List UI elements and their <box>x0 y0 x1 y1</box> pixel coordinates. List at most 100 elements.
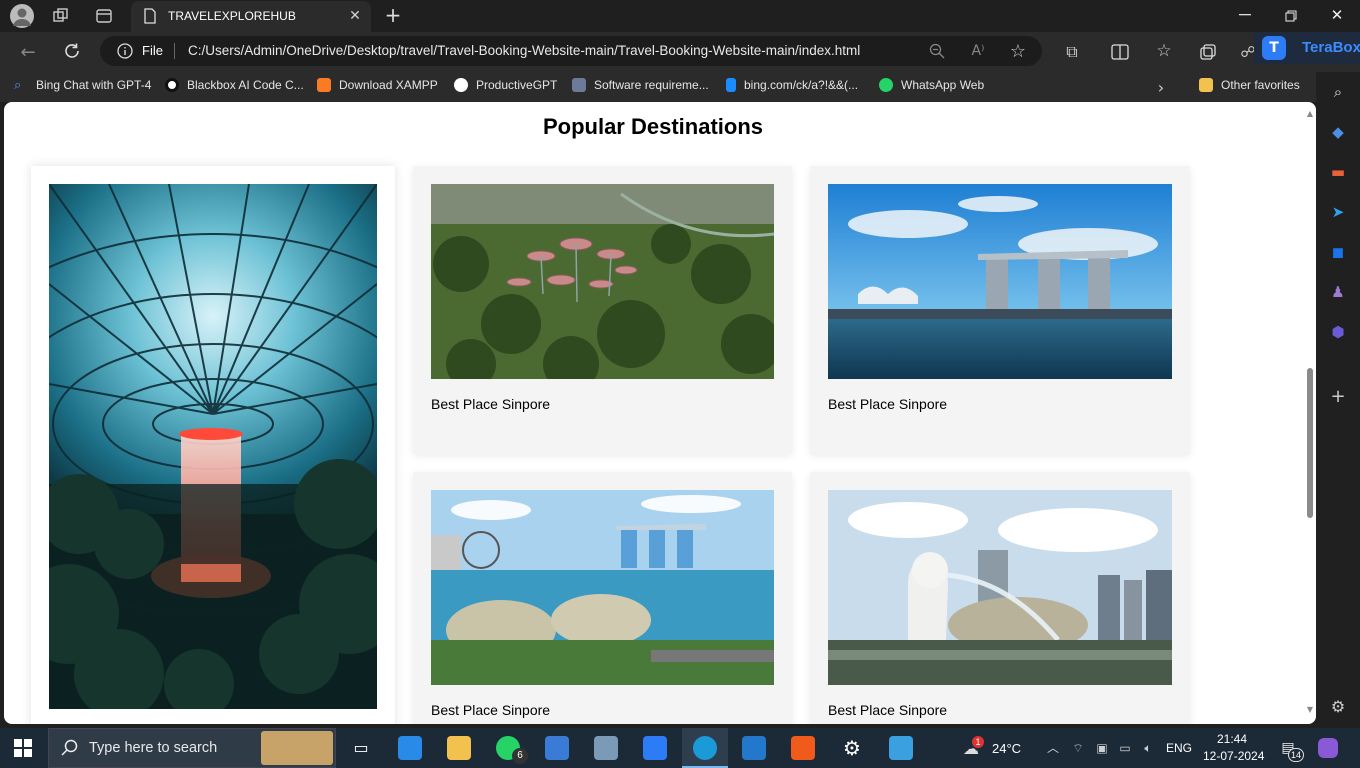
minimize-icon[interactable] <box>1236 6 1254 24</box>
battery-icon[interactable]: ▭ <box>1116 740 1134 756</box>
chevron-right-icon[interactable]: › <box>1152 78 1170 97</box>
back-icon[interactable]: ← <box>18 42 38 63</box>
send-icon[interactable]: ➤ <box>1328 202 1348 222</box>
windows-start-icon[interactable] <box>14 739 32 757</box>
extensions-icon[interactable]: ⧉ <box>1062 42 1082 62</box>
whatsapp-badge: 6 <box>512 748 528 764</box>
office-icon[interactable]: ⬢ <box>1328 322 1348 342</box>
split-screen-icon[interactable] <box>1110 42 1130 62</box>
card-caption: Best Place Sinpore <box>828 702 948 718</box>
shopping-tag-icon[interactable]: ◆ <box>1328 122 1348 142</box>
read-aloud-icon[interactable]: A⁾ <box>968 42 988 60</box>
address-scheme: File <box>142 43 163 58</box>
new-tab-icon[interactable]: + <box>383 3 403 27</box>
copilot-taskbar-icon[interactable] <box>1318 738 1338 758</box>
esplanade-skyline-image <box>431 490 774 685</box>
refresh-icon[interactable] <box>62 41 82 61</box>
destination-card[interactable]: Best Place Sinpore <box>413 166 792 454</box>
favorite-item[interactable]: Download XAMPP <box>317 78 438 92</box>
notification-count: 14 <box>1288 748 1304 762</box>
card-caption: Best Place Sinpore <box>431 396 551 412</box>
doc-icon <box>572 78 586 92</box>
network-icon[interactable]: ⌔ <box>1070 740 1086 756</box>
favorites-icon[interactable]: ☆ <box>1154 41 1174 61</box>
q-app-icon[interactable] <box>791 736 815 760</box>
other-favorites[interactable]: Other favorites <box>1199 78 1300 92</box>
favorite-item[interactable]: bing.com/ck/a?!&&(... <box>726 78 858 92</box>
store-icon[interactable] <box>545 736 569 760</box>
featured-card[interactable] <box>31 166 395 724</box>
terabox-logo-icon: T <box>1262 36 1286 60</box>
favorite-label: Software requireme... <box>594 78 709 92</box>
scroll-up-icon[interactable]: ▲ <box>1305 108 1315 118</box>
add-favorite-icon[interactable]: ☆ <box>1008 41 1028 62</box>
favorite-item[interactable]: Blackbox AI Code C... <box>165 78 304 92</box>
terabox-extension[interactable]: T TeraBox <box>1254 32 1360 64</box>
destination-card[interactable]: Best Place Sinpore <box>413 472 792 724</box>
restore-icon[interactable] <box>1282 7 1300 25</box>
page-title: Popular Destinations <box>542 114 764 139</box>
chevron-up-icon[interactable]: ︿ <box>1046 740 1060 755</box>
task-view-icon[interactable]: ▭ <box>349 736 373 760</box>
card-caption: Best Place Sinpore <box>828 396 948 412</box>
toolbox-icon[interactable]: ▬ <box>1328 162 1348 182</box>
page-scrollbar[interactable]: ▲ ▼ <box>1304 102 1316 724</box>
device-icon[interactable]: ▣ <box>1094 740 1110 756</box>
blackbox-icon <box>165 78 179 92</box>
terabox-taskbar-icon[interactable] <box>643 736 667 760</box>
address-url[interactable]: C:/Users/Admin/OneDrive/Desktop/travel/T… <box>188 43 860 58</box>
favorite-item[interactable]: ProductiveGPT <box>454 78 557 92</box>
file-explorer-icon[interactable] <box>447 736 471 760</box>
tab-title: TRAVELEXPLOREHUB <box>168 9 296 23</box>
page-icon <box>143 8 157 24</box>
jewel-waterfall-image <box>49 184 377 709</box>
tab-actions-icon[interactable] <box>95 7 113 25</box>
favorite-item[interactable]: WhatsApp Web <box>879 78 984 92</box>
taskbar-search[interactable]: Type here to search <box>48 728 336 768</box>
gardens-by-the-bay-image <box>431 184 774 379</box>
search-icon: ⌕ <box>14 77 22 92</box>
language-indicator[interactable]: ENG <box>1166 741 1192 755</box>
settings-icon[interactable]: ⚙ <box>1328 696 1348 716</box>
games-icon[interactable]: ♟ <box>1328 282 1348 302</box>
address-divider <box>174 43 175 59</box>
tab-travelexplorehub[interactable]: TRAVELEXPLOREHUB ✕ <box>131 1 371 32</box>
favorite-label: Download XAMPP <box>339 78 438 92</box>
favorite-item[interactable]: ⌕ Bing Chat with GPT-4 <box>14 77 152 93</box>
workspaces-icon[interactable] <box>52 7 70 25</box>
collections-icon[interactable] <box>1198 42 1218 62</box>
favorite-label: bing.com/ck/a?!&&(... <box>744 78 859 92</box>
edge-browser-icon[interactable] <box>693 736 717 760</box>
favorite-item[interactable]: Software requireme... <box>572 78 709 92</box>
triangle-icon <box>454 78 468 92</box>
outlook-icon[interactable]: ◼ <box>1328 242 1348 262</box>
address-bar[interactable]: File C:/Users/Admin/OneDrive/Desktop/tra… <box>100 36 1042 66</box>
destination-card[interactable]: Best Place Sinpore <box>810 472 1190 724</box>
add-sidebar-icon[interactable]: + <box>1328 386 1348 407</box>
scroll-down-icon[interactable]: ▼ <box>1305 704 1315 714</box>
close-tab-icon[interactable]: ✕ <box>347 8 363 24</box>
clock-date[interactable]: 12-07-2024 <box>1203 749 1264 763</box>
scrollbar-thumb[interactable] <box>1307 368 1313 518</box>
favorite-label: ProductiveGPT <box>476 78 558 92</box>
search-placeholder: Type here to search <box>89 740 218 756</box>
volume-icon[interactable]: 🔈︎ <box>1140 740 1156 756</box>
remote-desktop-icon[interactable] <box>594 736 618 760</box>
search-icon[interactable]: ⌕ <box>1328 82 1348 102</box>
profile-avatar-icon[interactable] <box>10 4 34 28</box>
xampp-icon <box>317 78 331 92</box>
zoom-icon[interactable] <box>928 42 946 60</box>
info-icon[interactable] <box>116 42 134 60</box>
destination-card[interactable]: Best Place Sinpore <box>810 166 1190 454</box>
browser-titlebar: TRAVELEXPLOREHUB ✕ + ✕ <box>0 0 1360 32</box>
vscode-icon[interactable] <box>742 736 766 760</box>
photos-icon[interactable] <box>889 736 913 760</box>
weather-temp[interactable]: 24°C <box>992 741 1021 756</box>
favorite-label: Blackbox AI Code C... <box>187 78 304 92</box>
clock-time[interactable]: 21:44 <box>1217 732 1247 746</box>
favorite-label: Bing Chat with GPT-4 <box>36 78 152 92</box>
whatsapp-taskbar-icon[interactable]: 6 <box>496 736 528 764</box>
close-window-icon[interactable]: ✕ <box>1328 6 1346 24</box>
calendar-app-icon[interactable] <box>398 736 422 760</box>
settings-icon[interactable]: ⚙ <box>840 736 864 760</box>
